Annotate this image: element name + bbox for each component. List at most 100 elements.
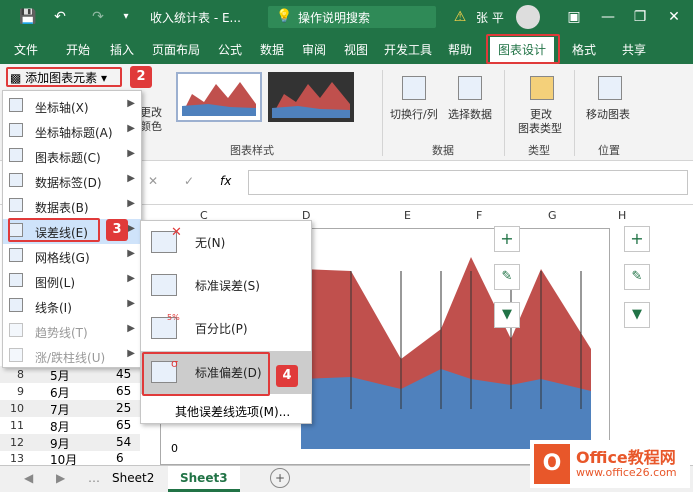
- change-chart-type-label-2[interactable]: 图表类型: [518, 120, 562, 136]
- menu-item-legend[interactable]: 图例(L) ▶: [3, 269, 141, 294]
- table-row[interactable]: 11 8月 65: [0, 417, 140, 434]
- column-header[interactable]: G: [548, 209, 557, 222]
- chart-element-icon: ▩: [10, 71, 22, 85]
- menu-item-label: 数据标签(D): [35, 176, 102, 190]
- submenu-item-standard-error[interactable]: 标准误差(S): [141, 264, 311, 307]
- menu-item-label: 趋势线(T): [35, 326, 88, 340]
- chevron-right-icon: ▶: [127, 98, 135, 109]
- menu-item-axes[interactable]: 坐标轴(X) ▶: [3, 94, 141, 119]
- menu-item-data-table[interactable]: 数据表(B) ▶: [3, 194, 141, 219]
- step-badge-2: 2: [130, 66, 152, 88]
- save-icon[interactable]: 💾: [18, 7, 38, 27]
- customize-qat-icon[interactable]: ▾: [116, 7, 136, 27]
- tab-data[interactable]: 数据: [260, 41, 284, 58]
- chart-styles-icon[interactable]: ✎: [494, 264, 520, 290]
- step-badge-3: 3: [106, 219, 128, 241]
- scroll-right-icon[interactable]: ▶: [56, 471, 65, 485]
- tab-review[interactable]: 审阅: [302, 41, 326, 58]
- tab-page-layout[interactable]: 页面布局: [152, 41, 200, 58]
- switch-row-column-button[interactable]: 切换行/列: [390, 106, 438, 122]
- axis-titles-icon: [9, 123, 23, 137]
- table-row[interactable]: 12 9月 54: [0, 434, 140, 451]
- menu-item-gridlines[interactable]: 网格线(G) ▶: [3, 244, 141, 269]
- select-data-button[interactable]: 选择数据: [448, 106, 492, 122]
- month-cell: 5月: [50, 369, 70, 383]
- chevron-right-icon: ▶: [127, 148, 135, 159]
- select-data-icon[interactable]: [458, 76, 482, 100]
- chevron-right-icon: ▶: [127, 198, 135, 209]
- function-icon[interactable]: fx: [220, 174, 231, 188]
- menu-item-data-labels[interactable]: 数据标签(D) ▶: [3, 169, 141, 194]
- tab-home[interactable]: 开始: [66, 41, 90, 58]
- table-row[interactable]: 9 6月 65: [0, 383, 140, 400]
- menu-item-lines[interactable]: 线条(I) ▶: [3, 294, 141, 319]
- menu-item-label: 涨/跌柱线(U): [35, 351, 106, 365]
- close-icon[interactable]: ✕: [664, 7, 684, 27]
- submenu-item-none[interactable]: ✕ 无(N): [141, 221, 311, 264]
- more-error-bar-options[interactable]: 其他误差线选项(M)...: [175, 403, 290, 420]
- chart-elements-icon[interactable]: +: [624, 226, 650, 252]
- change-colors-label-2[interactable]: 颜色: [140, 118, 162, 134]
- month-cell: 9月: [50, 437, 70, 451]
- tab-developer[interactable]: 开发工具: [384, 41, 432, 58]
- chart-style-2[interactable]: [268, 72, 354, 122]
- chart-filter-icon[interactable]: ▼: [494, 302, 520, 328]
- value-cell: 25: [116, 401, 132, 415]
- percent-badge: 5%: [167, 313, 180, 322]
- x-mark-icon: ✕: [171, 225, 182, 240]
- share-button[interactable]: 共享: [622, 41, 646, 58]
- cancel-icon[interactable]: ✕: [148, 174, 158, 188]
- change-chart-type-icon[interactable]: [530, 76, 554, 100]
- scroll-left-icon[interactable]: ◀: [24, 471, 33, 485]
- warning-icon[interactable]: ⚠: [450, 7, 470, 27]
- table-row[interactable]: 13 10月 6: [0, 451, 140, 467]
- sheet-tab-sheet3[interactable]: Sheet3: [168, 466, 240, 492]
- table-row[interactable]: 10 7月 25: [0, 400, 140, 417]
- month-cell: 7月: [50, 403, 70, 417]
- add-sheet-icon[interactable]: +: [270, 468, 290, 488]
- enter-icon[interactable]: ✓: [184, 174, 194, 188]
- avatar[interactable]: [516, 5, 540, 29]
- submenu-item-percentage[interactable]: 5% 百分比(P): [141, 307, 311, 350]
- chevron-right-icon: ▶: [127, 223, 135, 234]
- menu-item-trendline: 趋势线(T) ▶: [3, 319, 141, 344]
- column-header[interactable]: H: [618, 209, 626, 222]
- gridlines-icon: [9, 248, 23, 262]
- row-number: 10: [10, 402, 24, 415]
- menu-item-up-down-bars: 涨/跌柱线(U) ▶: [3, 344, 141, 369]
- chart-style-1-thumb: [182, 82, 256, 116]
- column-header[interactable]: F: [476, 209, 482, 222]
- logo-url: www.office26.com: [576, 466, 677, 479]
- formula-input[interactable]: [248, 170, 688, 195]
- add-chart-element-button[interactable]: ▩ 添加图表元素 ▾: [10, 69, 107, 86]
- chart-styles-icon[interactable]: ✎: [624, 264, 650, 290]
- tab-insert[interactable]: 插入: [110, 41, 134, 58]
- restore-icon[interactable]: ❐: [630, 7, 650, 27]
- menu-item-chart-title[interactable]: 图表标题(C) ▶: [3, 144, 141, 169]
- menu-item-axis-titles[interactable]: 坐标轴标题(A) ▶: [3, 119, 141, 144]
- chevron-right-icon: ▶: [127, 323, 135, 334]
- chart-filter-icon[interactable]: ▼: [624, 302, 650, 328]
- tab-file[interactable]: 文件: [14, 41, 38, 58]
- axes-icon: [9, 98, 23, 112]
- undo-icon[interactable]: ↶: [50, 7, 70, 27]
- column-header[interactable]: E: [404, 209, 411, 222]
- tab-view[interactable]: 视图: [344, 41, 368, 58]
- highlight-standard-deviation: [142, 352, 270, 396]
- redo-icon[interactable]: ↷: [88, 7, 108, 27]
- minimize-icon[interactable]: —: [598, 7, 618, 27]
- menu-item-label: 坐标轴标题(A): [35, 126, 113, 140]
- chart-elements-icon[interactable]: +: [494, 226, 520, 252]
- tab-help[interactable]: 帮助: [448, 41, 472, 58]
- move-chart-button[interactable]: 移动图表: [586, 106, 630, 122]
- tab-formulas[interactable]: 公式: [218, 41, 242, 58]
- sheet-tab-sheet2[interactable]: Sheet2: [100, 466, 166, 492]
- move-chart-icon[interactable]: [598, 76, 622, 100]
- switch-row-column-icon[interactable]: [402, 76, 426, 100]
- ribbon-display-icon[interactable]: ▣: [564, 7, 584, 27]
- more-sheets-icon[interactable]: …: [88, 471, 100, 485]
- chart-style-1[interactable]: [176, 72, 262, 122]
- tab-format[interactable]: 格式: [572, 41, 596, 58]
- watermark-logo: O Office教程网 www.office26.com: [530, 440, 690, 488]
- search-box[interactable]: 💡 操作说明搜索: [268, 6, 436, 28]
